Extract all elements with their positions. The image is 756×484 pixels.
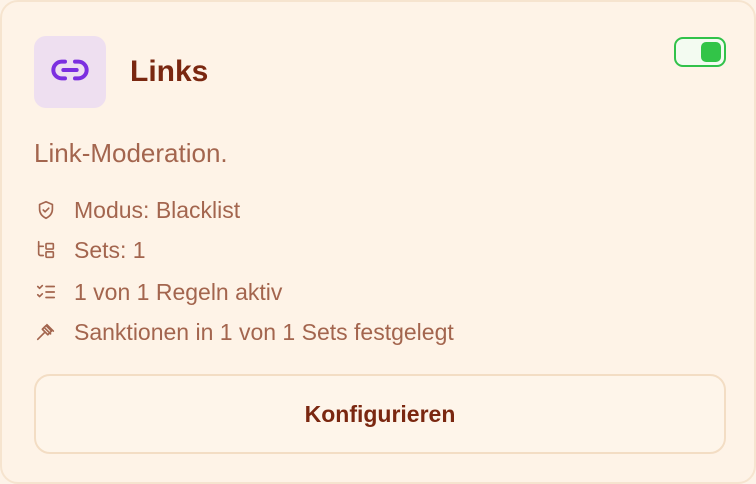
card-description: Link-Moderation. [34,138,228,168]
toggle-knob [701,42,721,62]
info-rules-text: 1 von 1 Regeln aktiv [74,279,283,305]
info-row-mode: Modus: Blacklist [34,196,240,224]
configure-button[interactable]: Konfigurieren [34,374,726,454]
info-row-sanctions: Sanktionen in 1 von 1 Sets festgelegt [34,318,454,346]
info-row-rules: 1 von 1 Regeln aktiv [34,278,282,306]
info-sanctions-text: Sanktionen in 1 von 1 Sets festgelegt [74,319,454,345]
gavel-icon [34,320,58,344]
checklist-icon [34,280,58,304]
link-icon [50,50,90,95]
enable-toggle[interactable] [674,37,726,67]
info-row-sets: Sets: 1 [34,236,146,264]
card-title: Links [130,55,209,88]
shield-icon [34,198,58,222]
info-mode-text: Modus: Blacklist [74,197,241,223]
sets-icon [34,238,58,262]
info-sets-text: Sets: 1 [74,237,146,263]
links-module-card: Links Link-Moderation. Modus: Blacklist … [0,0,756,484]
link-icon-tile [34,36,106,108]
